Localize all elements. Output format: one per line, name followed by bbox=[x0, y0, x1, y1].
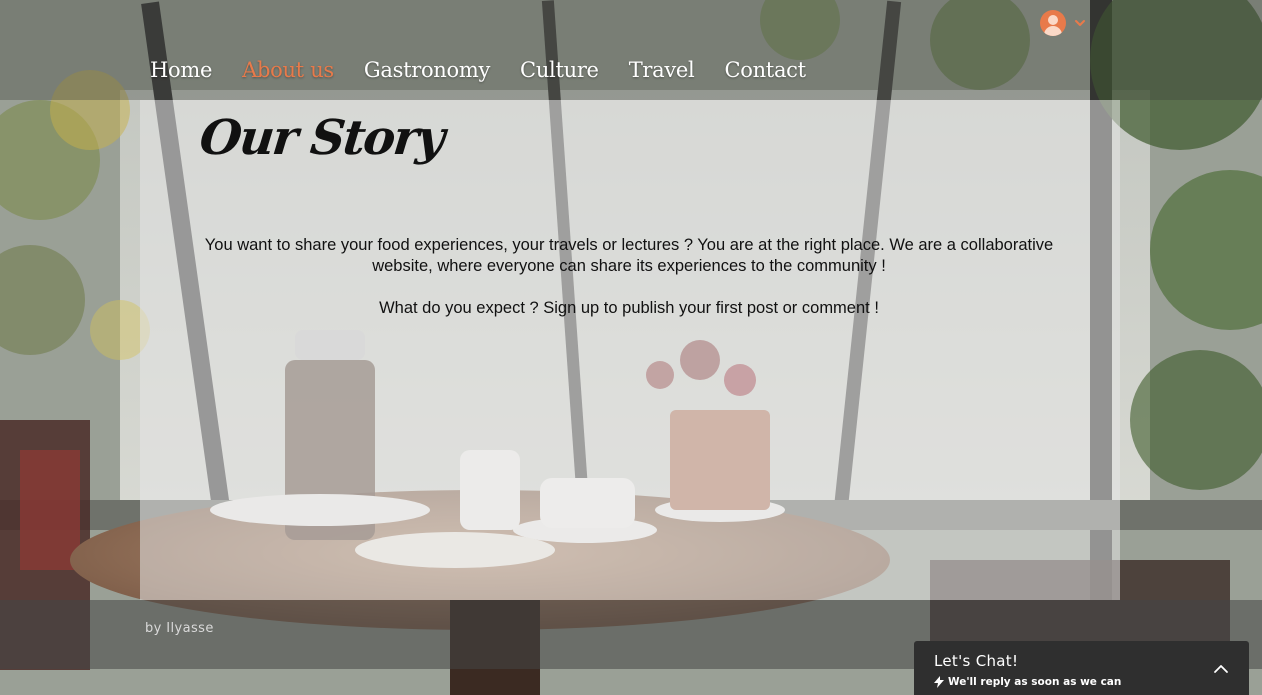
page-title: Our Story bbox=[197, 110, 446, 166]
chat-widget[interactable]: Let's Chat! We'll reply as soon as we ca… bbox=[914, 641, 1249, 695]
main-nav: Home About us Gastronomy Culture Travel … bbox=[150, 58, 836, 82]
chat-subtitle: We'll reply as soon as we can bbox=[934, 676, 1121, 688]
story-paragraph: You want to share your food experiences,… bbox=[204, 236, 1054, 275]
user-avatar-icon bbox=[1040, 10, 1066, 36]
account-menu-button[interactable] bbox=[1040, 10, 1086, 36]
nav-item-culture[interactable]: Culture bbox=[520, 58, 599, 82]
chevron-down-icon bbox=[1075, 20, 1085, 26]
chat-title: Let's Chat! bbox=[934, 652, 1019, 670]
page: Home About us Gastronomy Culture Travel … bbox=[0, 0, 1262, 695]
story-paragraph: What do you expect ? Sign up to publish … bbox=[379, 299, 879, 317]
nav-item-gastronomy[interactable]: Gastronomy bbox=[364, 58, 490, 82]
nav-item-travel[interactable]: Travel bbox=[629, 58, 695, 82]
nav-item-about-us[interactable]: About us bbox=[242, 58, 334, 82]
nav-item-contact[interactable]: Contact bbox=[724, 58, 806, 82]
footer-credit: by Ilyasse bbox=[145, 621, 214, 636]
lightning-icon bbox=[934, 676, 944, 688]
story-body: You want to share your food experiences,… bbox=[180, 235, 1078, 319]
chat-subtitle-text: We'll reply as soon as we can bbox=[948, 676, 1122, 688]
chevron-up-icon[interactable] bbox=[1213, 663, 1229, 675]
nav-item-home[interactable]: Home bbox=[150, 58, 212, 82]
content-panel bbox=[140, 100, 1120, 600]
